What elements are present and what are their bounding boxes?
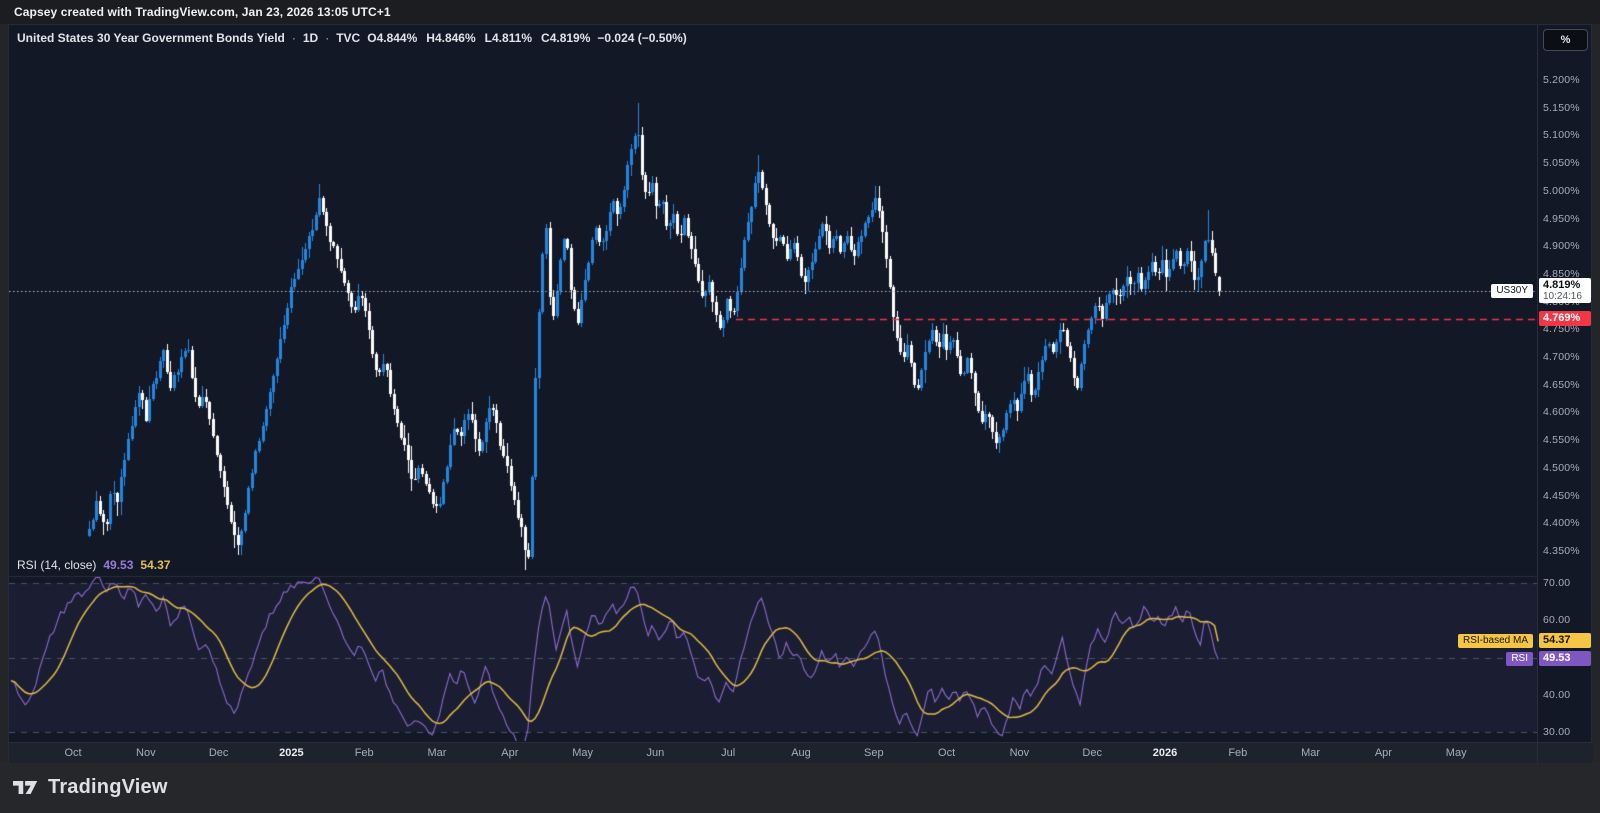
- time-tick-label: Mar: [427, 747, 447, 759]
- rsi-ma-axis-value: 54.37: [1539, 633, 1591, 649]
- main-legend: United States 30 Year Government Bonds Y…: [17, 31, 687, 45]
- close-value: C4.819%: [541, 31, 591, 45]
- time-tick-label: Oct: [938, 747, 956, 759]
- rsi-tick-label: 30.00: [1543, 726, 1571, 739]
- time-tick-label: Aug: [791, 747, 811, 759]
- time-tick-label: Jul: [721, 747, 736, 759]
- price-tick-label: 4.600%: [1543, 406, 1580, 419]
- low-value: L4.811%: [484, 31, 533, 45]
- brand-wordmark: TradingView: [48, 776, 168, 798]
- legend-separator: ·: [291, 31, 296, 45]
- chart-frame: United States 30 Year Government Bonds Y…: [8, 24, 1593, 764]
- rsi-legend-value: 49.53: [103, 558, 134, 572]
- time-tick-label: 2026: [1152, 747, 1178, 759]
- price-tick-label: 4.450%: [1543, 489, 1580, 502]
- time-tick-label: Dec: [208, 747, 229, 759]
- time-tick-label: Dec: [1082, 747, 1102, 759]
- time-tick-label: 2025: [279, 747, 304, 759]
- rsi-legend: RSI (14, close) 49.53 54.37: [17, 558, 170, 572]
- price-tick-label: 5.000%: [1543, 184, 1580, 197]
- rsi-indicator-title[interactable]: RSI (14, close): [17, 558, 96, 572]
- time-tick-label: Sep: [864, 747, 884, 759]
- time-tick-label: Nov: [136, 747, 156, 759]
- price-tick-label: 5.200%: [1543, 74, 1580, 86]
- time-axis[interactable]: Oct Nov Dec 2025 Feb Mar Apr May Jun Jul Aug Sep Oct…: [9, 742, 1593, 764]
- time-tick-label: Mar: [1301, 747, 1321, 759]
- time-tick-label: Jun: [646, 747, 665, 759]
- rsi-tag: RSI: [1506, 652, 1533, 667]
- rsi-tick-label: 60.00: [1543, 614, 1571, 627]
- price-tick-label: 5.150%: [1543, 101, 1580, 114]
- exchange-label[interactable]: TVC: [336, 31, 360, 45]
- time-tick-label: Oct: [64, 747, 82, 759]
- symbol-title[interactable]: United States 30 Year Government Bonds Y…: [17, 31, 285, 45]
- chart-canvas[interactable]: [9, 25, 1537, 742]
- last-price-value: 4.819%: [1543, 279, 1581, 292]
- open-value: O4.844%: [367, 31, 418, 45]
- interval-label[interactable]: 1D: [303, 31, 318, 45]
- attribution-text: Capsey created with TradingView.com, Jan…: [14, 5, 391, 19]
- price-tick-label: 5.100%: [1543, 129, 1580, 142]
- price-tick-label: 4.500%: [1543, 461, 1580, 474]
- time-tick-label: Apr: [501, 747, 519, 759]
- time-tick-label: Apr: [1374, 747, 1392, 759]
- axis-corner-divider: [1537, 743, 1538, 764]
- time-tick-label: May: [572, 747, 593, 759]
- percent-unit-button[interactable]: %: [1543, 29, 1588, 51]
- price-tick-label: 4.900%: [1543, 240, 1580, 253]
- time-tick-label: May: [1445, 747, 1467, 759]
- price-tick-label: 4.400%: [1543, 517, 1580, 530]
- legend-separator-2: ·: [325, 31, 330, 45]
- high-value: H4.846%: [426, 31, 476, 45]
- price-tick-label: 4.550%: [1543, 434, 1580, 447]
- footer: TradingView: [0, 762, 1600, 813]
- rsi-ma-legend-value: 54.37: [140, 558, 171, 572]
- tradingview-logomark: [13, 780, 38, 795]
- ohlc-values: O4.844% H4.846% L4.811% C4.819%: [367, 31, 590, 45]
- price-tick-label: 4.650%: [1543, 378, 1580, 391]
- change-value: −0.024 (−0.50%): [597, 31, 687, 45]
- attribution-bar: Capsey created with TradingView.com, Jan…: [0, 0, 1600, 24]
- time-tick-label: Nov: [1009, 747, 1030, 759]
- tradingview-logo[interactable]: TradingView: [13, 776, 168, 799]
- price-tick-label: 4.700%: [1543, 351, 1580, 363]
- rsi-ma-tag: RSI-based MA: [1457, 634, 1533, 649]
- symbol-price-tag: US30Y: [1491, 284, 1533, 299]
- alert-price-label: 4.769%: [1539, 310, 1591, 326]
- rsi-tick-label: 40.00: [1543, 688, 1571, 701]
- price-tick-label: 4.350%: [1543, 544, 1580, 557]
- time-tick-label: Feb: [1228, 747, 1248, 759]
- rsi-tick-label: 70.00: [1543, 577, 1571, 589]
- last-price-label: 4.819% 10:24:16: [1539, 278, 1591, 304]
- time-tick-label: Feb: [354, 747, 374, 759]
- price-tick-label: 5.050%: [1543, 157, 1580, 170]
- rsi-axis-value: 49.53: [1539, 651, 1591, 667]
- price-tick-label: 4.950%: [1543, 212, 1580, 225]
- bar-countdown: 10:24:16: [1543, 291, 1582, 303]
